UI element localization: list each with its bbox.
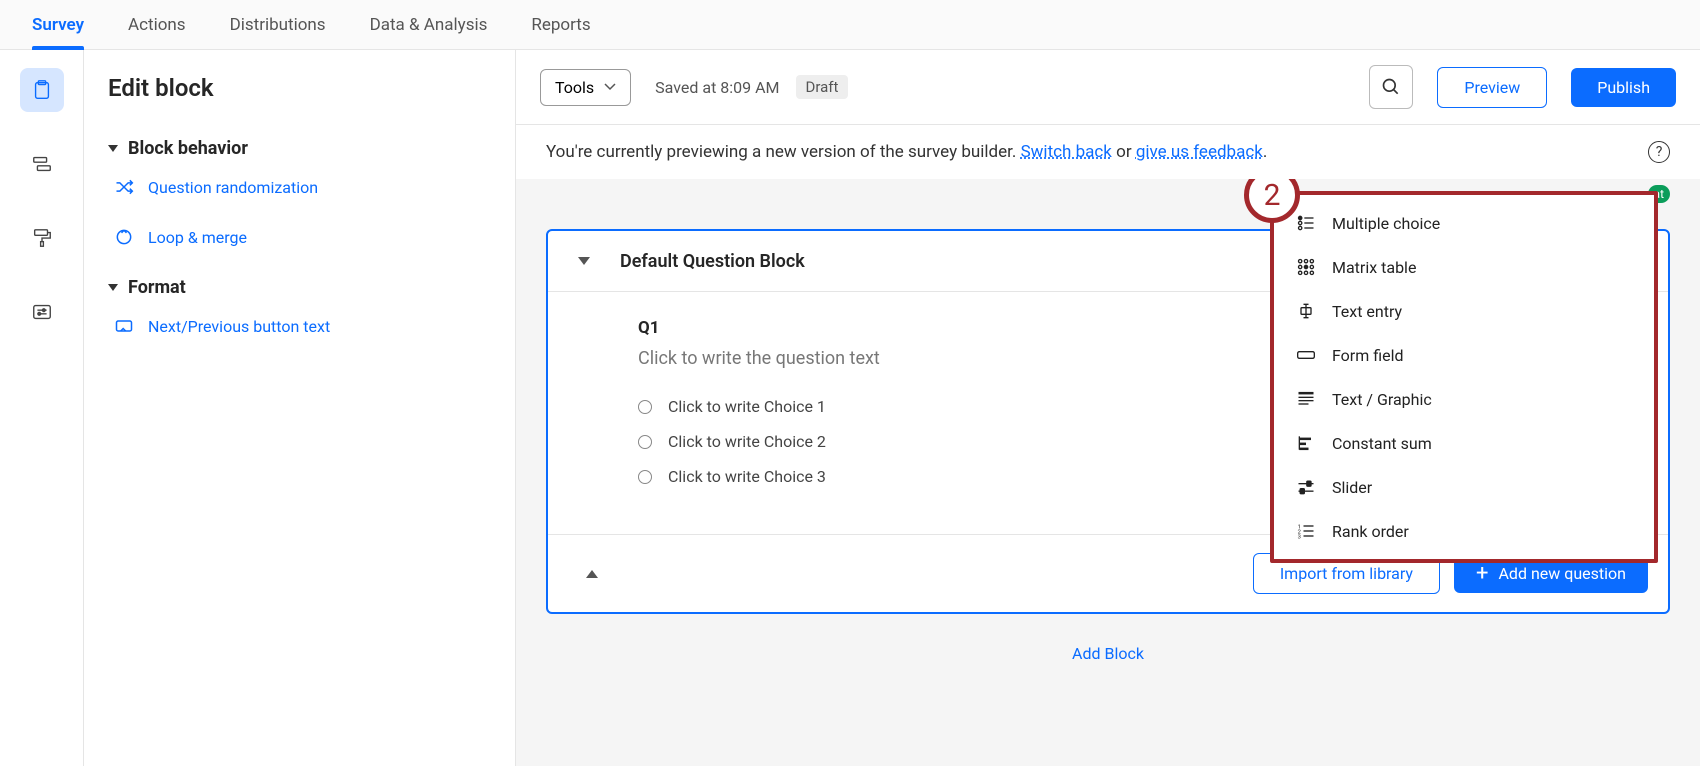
collapse-up-toggle[interactable]: [586, 570, 598, 578]
radio-icon: [638, 435, 652, 449]
chevron-down-icon: [604, 83, 616, 91]
qtype-label: Matrix table: [1332, 258, 1416, 277]
multiple-choice-icon: [1296, 213, 1316, 233]
tab-survey[interactable]: Survey: [32, 0, 84, 49]
qtype-constant-sum[interactable]: Constant sum: [1274, 421, 1654, 465]
svg-text:3: 3: [1298, 535, 1301, 541]
choice-label[interactable]: Click to write Choice 3: [668, 467, 826, 486]
text-entry-icon: [1296, 301, 1316, 321]
add-block-link[interactable]: Add Block: [1072, 644, 1144, 663]
cursor-text-icon: [114, 316, 134, 336]
rail-flow-button[interactable]: [20, 142, 64, 186]
form-field-icon: [1296, 345, 1316, 365]
radio-icon: [638, 470, 652, 484]
section-format[interactable]: Format: [108, 277, 485, 298]
chevron-down-icon: [108, 284, 118, 291]
publish-button[interactable]: Publish: [1571, 68, 1676, 107]
slider-icon: [1296, 477, 1316, 497]
flow-icon: [31, 153, 53, 175]
paint-roller-icon: [31, 227, 53, 249]
search-button[interactable]: [1369, 65, 1413, 109]
text-graphic-icon: [1296, 389, 1316, 409]
notice-prefix: You're currently previewing a new versio…: [546, 142, 1021, 162]
rail-builder-button[interactable]: [20, 68, 64, 112]
tools-label: Tools: [555, 78, 594, 97]
add-question-label: Add new question: [1498, 564, 1626, 583]
saved-timestamp: Saved at 8:09 AM: [655, 78, 779, 97]
preview-button[interactable]: Preview: [1437, 67, 1547, 108]
search-icon: [1381, 77, 1401, 97]
matrix-icon: [1296, 257, 1316, 277]
link-label: Loop & merge: [148, 228, 247, 247]
qtype-label: Text entry: [1332, 302, 1402, 321]
chevron-down-icon: [108, 145, 118, 152]
section-label: Block behavior: [128, 138, 248, 159]
add-block-row: Add Block: [546, 644, 1670, 663]
tab-actions[interactable]: Actions: [128, 0, 186, 49]
draft-badge: Draft: [796, 75, 849, 99]
tools-dropdown[interactable]: Tools: [540, 69, 631, 106]
builder-toolbar: Tools Saved at 8:09 AM Draft Preview Pub…: [516, 50, 1700, 125]
qtype-label: Rank order: [1332, 522, 1409, 541]
question-type-menu: 2 Multiple choice Matrix table Text entr…: [1270, 191, 1658, 563]
canvas-column: Tools Saved at 8:09 AM Draft Preview Pub…: [516, 50, 1700, 766]
feedback-link[interactable]: give us feedback: [1136, 142, 1263, 162]
qtype-label: Constant sum: [1332, 434, 1432, 453]
rail-options-button[interactable]: [20, 290, 64, 334]
link-question-randomization[interactable]: Question randomization: [114, 177, 485, 197]
top-nav: Survey Actions Distributions Data & Anal…: [0, 0, 1700, 50]
notice-period: .: [1263, 142, 1267, 162]
canvas: at Default Question Block ⋯ Q1 Click to …: [516, 179, 1700, 766]
loop-icon: [114, 227, 134, 247]
block-collapse-toggle[interactable]: [578, 257, 590, 265]
radio-icon: [638, 400, 652, 414]
link-label: Question randomization: [148, 178, 318, 197]
qtype-label: Text / Graphic: [1332, 390, 1432, 409]
tab-reports[interactable]: Reports: [531, 0, 590, 49]
constant-sum-icon: [1296, 433, 1316, 453]
qtype-label: Form field: [1332, 346, 1404, 365]
qtype-multiple-choice[interactable]: Multiple choice: [1274, 201, 1654, 245]
link-label: Next/Previous button text: [148, 317, 330, 336]
switch-back-link[interactable]: Switch back: [1021, 142, 1112, 162]
link-next-prev-button-text[interactable]: Next/Previous button text: [114, 316, 485, 336]
qtype-form-field[interactable]: Form field: [1274, 333, 1654, 377]
qtype-text-entry[interactable]: Text entry: [1274, 289, 1654, 333]
qtype-matrix-table[interactable]: Matrix table: [1274, 245, 1654, 289]
choice-label[interactable]: Click to write Choice 2: [668, 432, 826, 451]
section-block-behavior[interactable]: Block behavior: [108, 138, 485, 159]
rank-order-icon: 123: [1296, 521, 1316, 541]
sliders-icon: [31, 301, 53, 323]
tab-data-analysis[interactable]: Data & Analysis: [370, 0, 488, 49]
block-title[interactable]: Default Question Block: [620, 251, 805, 272]
rail-look-feel-button[interactable]: [20, 216, 64, 260]
qtype-label: Multiple choice: [1332, 214, 1440, 233]
preview-notice-text: You're currently previewing a new versio…: [546, 142, 1267, 162]
qtype-rank-order[interactable]: 123 Rank order: [1274, 509, 1654, 553]
qtype-slider[interactable]: Slider: [1274, 465, 1654, 509]
qtype-text-graphic[interactable]: Text / Graphic: [1274, 377, 1654, 421]
main-area: Edit block Block behavior Question rando…: [0, 50, 1700, 766]
link-loop-merge[interactable]: Loop & merge: [114, 227, 485, 247]
choice-label[interactable]: Click to write Choice 1: [668, 397, 826, 416]
clipboard-icon: [31, 79, 53, 101]
icon-rail: [0, 50, 84, 766]
notice-or: or: [1112, 142, 1136, 162]
sidebar-panel: Edit block Block behavior Question rando…: [84, 50, 516, 766]
help-button[interactable]: ?: [1648, 141, 1670, 163]
question-block: Default Question Block ⋯ Q1 Click to wri…: [546, 229, 1670, 614]
preview-notice: You're currently previewing a new versio…: [516, 125, 1700, 179]
section-label: Format: [128, 277, 186, 298]
shuffle-icon: [114, 177, 134, 197]
sidebar-title: Edit block: [108, 74, 485, 102]
qtype-label: Slider: [1332, 478, 1372, 497]
tab-distributions[interactable]: Distributions: [230, 0, 326, 49]
